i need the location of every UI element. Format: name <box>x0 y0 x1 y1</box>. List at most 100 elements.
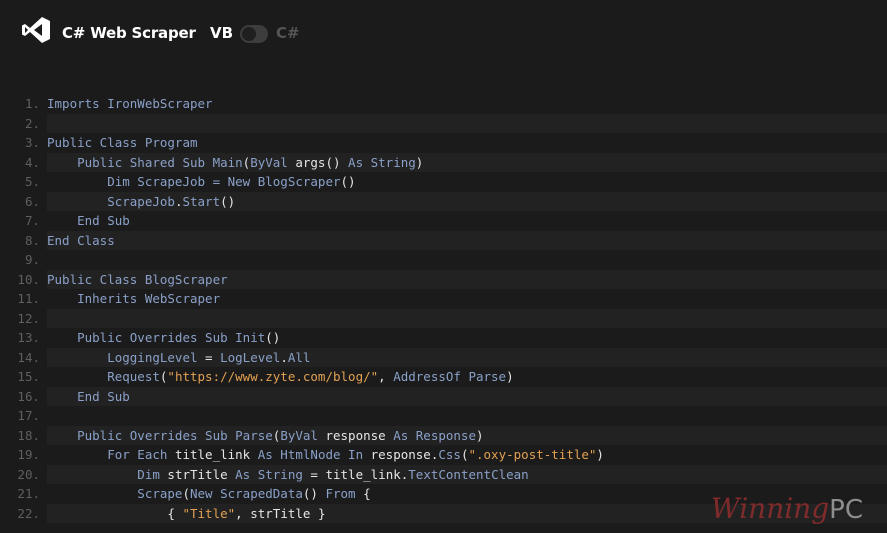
line-number: 6. <box>24 193 40 209</box>
code-line: 7. End Sub <box>0 211 887 231</box>
code-token: ) <box>415 154 424 170</box>
code-token: } <box>317 505 326 521</box>
code-token: () <box>220 193 236 209</box>
code-text: Imports IronWebScraper <box>47 96 213 111</box>
code-line: 11. Inherits WebScraper <box>0 289 887 309</box>
code-token: ScrapeJob <box>47 193 175 209</box>
code-token: Imports IronWebScraper <box>47 96 213 111</box>
code-text: Public Class Program <box>47 135 198 150</box>
line-number: 9. <box>24 252 40 267</box>
code-token: Css <box>438 447 461 462</box>
code-token: "Title" <box>182 505 236 521</box>
code-text: Public Shared Sub Main(ByVal args() As S… <box>47 155 423 170</box>
line-number: 8. <box>24 232 40 248</box>
code-token: ByVal <box>280 427 326 443</box>
code-token: LogLevel <box>220 349 281 365</box>
code-token: From <box>325 486 364 501</box>
code-text: End Sub <box>47 389 130 404</box>
code-token: Inherits WebScraper <box>47 291 221 306</box>
code-token: As HtmlNode In <box>257 447 371 462</box>
code-token: New ScrapedData <box>190 486 303 501</box>
line-number: 5. <box>24 174 40 189</box>
code-token: title_link <box>325 466 401 482</box>
code-text: End Sub <box>47 213 130 228</box>
code-token: As String <box>348 154 416 170</box>
code-line: 16. End Sub <box>0 386 887 406</box>
line-number: 18. <box>17 427 40 443</box>
line-number: 20. <box>17 466 40 482</box>
language-toggle[interactable] <box>240 25 268 43</box>
code-token: End Sub <box>47 388 130 404</box>
line-number: 12. <box>17 310 40 326</box>
watermark-text: Winning <box>710 492 830 525</box>
code-token: Public Shared Sub Main <box>47 154 243 170</box>
code-line-band <box>47 406 887 426</box>
code-token: , <box>235 505 251 521</box>
code-line: 13. Public Overrides Sub Init() <box>0 328 887 348</box>
line-number: 3. <box>24 135 40 150</box>
line-number: 1. <box>24 96 40 111</box>
code-line: 3. Public Class Program <box>0 133 887 153</box>
line-number: 15. <box>17 369 40 384</box>
visual-studio-icon <box>22 17 50 43</box>
toggle-knob[interactable] <box>242 27 256 41</box>
code-line: 18. Public Overrides Sub Parse(ByVal res… <box>0 425 887 445</box>
code-text: Dim ScrapeJob = New BlogScraper() <box>47 174 356 189</box>
code-token: LoggingLevel <box>47 349 206 365</box>
code-line-band <box>47 113 887 133</box>
code-token: () <box>265 330 281 345</box>
code-token: End Sub <box>47 213 130 228</box>
code-token: () <box>340 174 356 189</box>
code-token: Dim <box>47 466 168 482</box>
code-token: = <box>205 349 221 365</box>
language-label-csharp[interactable]: C# <box>276 24 300 42</box>
line-number: 16. <box>17 388 40 404</box>
line-number: 21. <box>17 486 40 501</box>
line-number: 7. <box>24 213 40 228</box>
code-token: Dim ScrapeJob = New BlogScraper <box>47 174 341 189</box>
code-token: . <box>280 349 288 365</box>
code-token: Public Class Program <box>47 135 198 150</box>
code-line: 9. <box>0 250 887 270</box>
code-text: Public Class BlogScraper <box>47 272 228 287</box>
code-line-band <box>47 308 887 328</box>
code-token: For Each <box>47 447 175 462</box>
code-token: { <box>363 486 371 501</box>
code-token: ".oxy-post-title" <box>468 447 597 462</box>
code-line-band <box>47 386 887 406</box>
code-token: ( <box>182 486 190 501</box>
code-token: ) <box>506 369 514 384</box>
code-text: { "Title", strTitle } <box>47 506 325 521</box>
code-token: , <box>378 369 394 384</box>
code-line: 6. ScrapeJob.Start() <box>0 191 887 211</box>
code-token: AddressOf Parse <box>393 369 507 384</box>
code-token: ) <box>476 427 484 443</box>
code-token: Public Class BlogScraper <box>47 271 228 287</box>
code-line: 5. Dim ScrapeJob = New BlogScraper() <box>0 172 887 192</box>
code-token: ) <box>596 447 604 462</box>
line-number: 11. <box>17 291 40 306</box>
code-line-band <box>47 250 887 270</box>
code-line: 8. End Class <box>0 230 887 250</box>
line-number: 17. <box>17 408 40 423</box>
code-line-band <box>47 230 887 250</box>
code-line: 15. Request("https://www.zyte.com/blog/"… <box>0 367 887 387</box>
language-label-vb[interactable]: VB <box>210 24 233 42</box>
code-token: response <box>370 447 431 462</box>
code-text: Request("https://www.zyte.com/blog/", Ad… <box>47 369 514 384</box>
line-number: 10. <box>17 271 40 287</box>
code-token: ByVal <box>250 154 296 170</box>
code-text: Dim strTitle As String = title_link.Text… <box>47 466 528 482</box>
code-line: 4. Public Shared Sub Main(ByVal args() A… <box>0 152 887 172</box>
code-token: Public Overrides Sub Init <box>47 330 266 345</box>
code-token: () <box>302 486 326 501</box>
code-line: 14. LoggingLevel = LogLevel.All <box>0 347 887 367</box>
line-number: 4. <box>24 154 40 170</box>
code-text: Public Overrides Sub Init() <box>47 330 280 345</box>
code-token: All <box>287 349 311 365</box>
code-line: 10. Public Class BlogScraper <box>0 269 887 289</box>
header-bar: C# Web Scraper VB C# <box>0 0 887 70</box>
code-token: { <box>47 505 183 521</box>
code-token: Scrape <box>47 486 183 501</box>
code-token: = <box>310 466 326 482</box>
